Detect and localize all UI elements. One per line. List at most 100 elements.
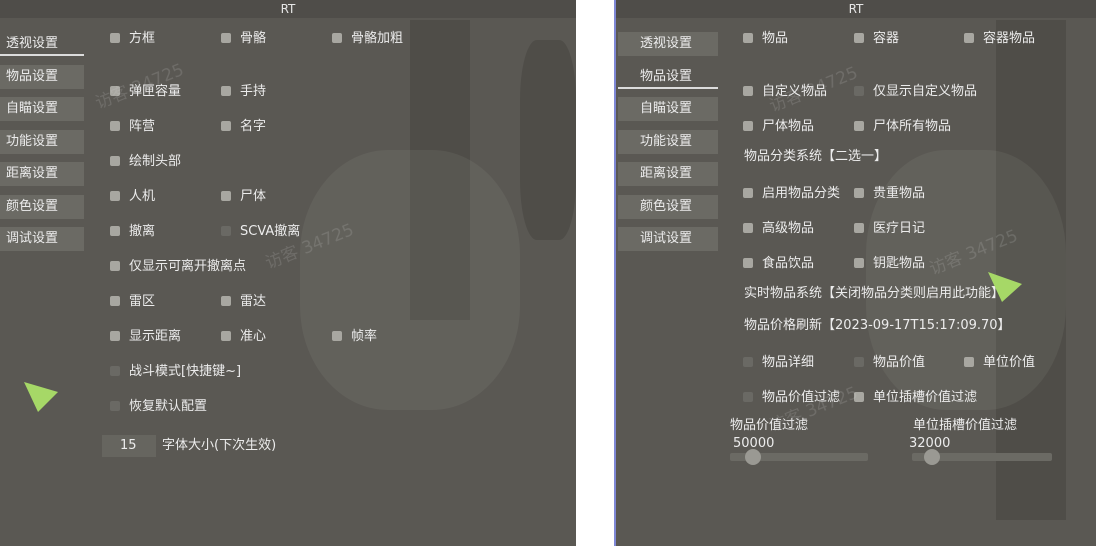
minefield-checkbox[interactable]: 雷区 — [110, 293, 155, 311]
key-items-checkbox[interactable]: 钥匙物品 — [854, 255, 925, 273]
ammo-capacity-checkbox[interactable]: 弹匣容量 — [110, 83, 181, 101]
nav-distance-settings[interactable]: 距离设置 — [0, 162, 84, 186]
nav-aim-settings[interactable]: 自瞄设置 — [618, 97, 718, 121]
corpse-all-items-checkbox[interactable]: 尸体所有物品 — [854, 118, 951, 136]
food-drink-checkbox[interactable]: 食品饮品 — [743, 255, 814, 273]
checkbox-box-icon — [221, 296, 231, 306]
nav-debug-settings[interactable]: 调试设置 — [0, 227, 84, 251]
nav-function-settings[interactable]: 功能设置 — [618, 129, 718, 154]
restore-default-checkbox[interactable]: 恢复默认配置 — [110, 398, 207, 416]
medical-diary-checkbox[interactable]: 医疗日记 — [854, 220, 925, 238]
value-filter-slider-label: 物品价值过滤 — [730, 418, 809, 433]
custom-items-checkbox[interactable]: 自定义物品 — [743, 83, 827, 101]
advanced-items-checkbox[interactable]: 高级物品 — [743, 220, 814, 238]
items-checkbox[interactable]: 物品 — [743, 30, 788, 48]
unit-slot-filter-slider[interactable] — [912, 449, 1052, 465]
checkbox-box-icon — [854, 223, 864, 233]
background-pillar — [410, 20, 470, 320]
nav-item-settings[interactable]: 物品设置 — [0, 64, 84, 89]
unit-value-checkbox[interactable]: 单位价值 — [964, 354, 1035, 372]
only-open-evac-checkbox[interactable]: 仅显示可离开撤离点 — [110, 258, 246, 276]
checkbox-box-icon — [854, 392, 864, 402]
skeleton-bold-checkbox[interactable]: 骨骼加粗 — [332, 30, 403, 48]
nav-function-settings[interactable]: 功能设置 — [0, 129, 84, 154]
item-detail-checkbox[interactable]: 物品详细 — [743, 354, 814, 372]
checkbox-box-icon — [332, 33, 342, 43]
checkbox-box-icon — [110, 366, 120, 376]
checkbox-box-icon — [221, 191, 231, 201]
nav-esp-settings[interactable]: 透视设置 — [618, 32, 718, 56]
skeleton-checkbox[interactable]: 骨骼 — [221, 30, 266, 48]
checkbox-box-icon — [743, 223, 753, 233]
left-nav: 透视设置 物品设置 自瞄设置 功能设置 距离设置 颜色设置 调试设置 — [0, 32, 84, 260]
radar-checkbox[interactable]: 雷达 — [221, 293, 266, 311]
valuable-items-checkbox[interactable]: 贵重物品 — [854, 185, 925, 203]
font-size-label: 字体大小(下次生效) — [162, 438, 277, 453]
background-haze — [300, 150, 520, 410]
checkbox-box-icon — [743, 392, 753, 402]
nav-color-settings[interactable]: 颜色设置 — [0, 194, 84, 219]
checkbox-box-icon — [743, 258, 753, 268]
nav-color-settings[interactable]: 颜色设置 — [618, 194, 718, 219]
value-filter-slider[interactable] — [730, 449, 868, 465]
container-items-checkbox[interactable]: 容器物品 — [964, 30, 1035, 48]
checkbox-box-icon — [110, 191, 120, 201]
slider-handle[interactable] — [924, 449, 940, 465]
checkbox-box-icon — [110, 156, 120, 166]
corpse-items-checkbox[interactable]: 尸体物品 — [743, 118, 814, 136]
fps-checkbox[interactable]: 帧率 — [332, 328, 377, 346]
checkbox-box-icon — [221, 226, 231, 236]
evac-checkbox[interactable]: 撤离 — [110, 223, 155, 241]
corpse-checkbox[interactable]: 尸体 — [221, 188, 266, 206]
checkbox-box-icon — [110, 296, 120, 306]
enable-classify-checkbox[interactable]: 启用物品分类 — [743, 185, 840, 203]
checkbox-box-icon — [110, 401, 120, 411]
nav-item-settings[interactable]: 物品设置 — [618, 65, 718, 89]
checkbox-box-icon — [110, 226, 120, 236]
container-checkbox[interactable]: 容器 — [854, 30, 899, 48]
checkbox-box-icon — [743, 86, 753, 96]
checkbox-box-icon — [854, 357, 864, 367]
show-distance-checkbox[interactable]: 显示距离 — [110, 328, 181, 346]
checkbox-box-icon — [743, 33, 753, 43]
window-title: RT — [0, 0, 576, 18]
background-figure — [520, 40, 576, 240]
left-settings-panel: RT 透视设置 物品设置 自瞄设置 功能设置 距离设置 颜色设置 调试设置 方框… — [0, 0, 576, 546]
item-value-checkbox[interactable]: 物品价值 — [854, 354, 925, 372]
nav-distance-settings[interactable]: 距离设置 — [618, 162, 718, 186]
checkbox-box-icon — [110, 33, 120, 43]
team-checkbox[interactable]: 阵营 — [110, 118, 155, 136]
scva-evac-checkbox[interactable]: SCVA撤离 — [221, 223, 300, 241]
crosshair-checkbox[interactable]: 准心 — [221, 328, 266, 346]
only-custom-items-checkbox[interactable]: 仅显示自定义物品 — [854, 83, 977, 101]
checkbox-box-icon — [332, 331, 342, 341]
nav-debug-settings[interactable]: 调试设置 — [618, 227, 718, 251]
held-weapon-checkbox[interactable]: 手持 — [221, 83, 266, 101]
combat-mode-checkbox[interactable]: 战斗模式[快捷键~] — [110, 363, 241, 381]
right-nav: 透视设置 物品设置 自瞄设置 功能设置 距离设置 颜色设置 调试设置 — [616, 32, 718, 260]
checkbox-box-icon — [743, 121, 753, 131]
checkbox-box-icon — [964, 33, 974, 43]
price-refresh-label: 物品价格刷新【2023-09-17T15:17:09.70】 — [744, 318, 1011, 333]
bot-checkbox[interactable]: 人机 — [110, 188, 155, 206]
mouse-cursor-icon — [24, 382, 58, 412]
checkbox-box-icon — [221, 86, 231, 96]
checkbox-box-icon — [854, 188, 864, 198]
checkbox-box-icon — [110, 331, 120, 341]
checkbox-box-icon — [964, 357, 974, 367]
realtime-system-label: 实时物品系统【关闭物品分类则启用此功能】 — [744, 286, 1005, 301]
checkbox-box-icon — [854, 86, 864, 96]
name-checkbox[interactable]: 名字 — [221, 118, 266, 136]
window-title: RT — [616, 0, 1096, 18]
unit-slot-filter-checkbox[interactable]: 单位插槽价值过滤 — [854, 389, 977, 407]
font-size-input[interactable]: 15 — [102, 435, 156, 457]
slider-handle[interactable] — [745, 449, 761, 465]
box-checkbox[interactable]: 方框 — [110, 30, 155, 48]
checkbox-box-icon — [110, 86, 120, 96]
draw-head-checkbox[interactable]: 绘制头部 — [110, 153, 181, 171]
value-filter-checkbox[interactable]: 物品价值过滤 — [743, 389, 840, 407]
checkbox-box-icon — [743, 357, 753, 367]
checkbox-box-icon — [110, 261, 120, 271]
nav-aim-settings[interactable]: 自瞄设置 — [0, 97, 84, 121]
nav-esp-settings[interactable]: 透视设置 — [0, 32, 84, 56]
